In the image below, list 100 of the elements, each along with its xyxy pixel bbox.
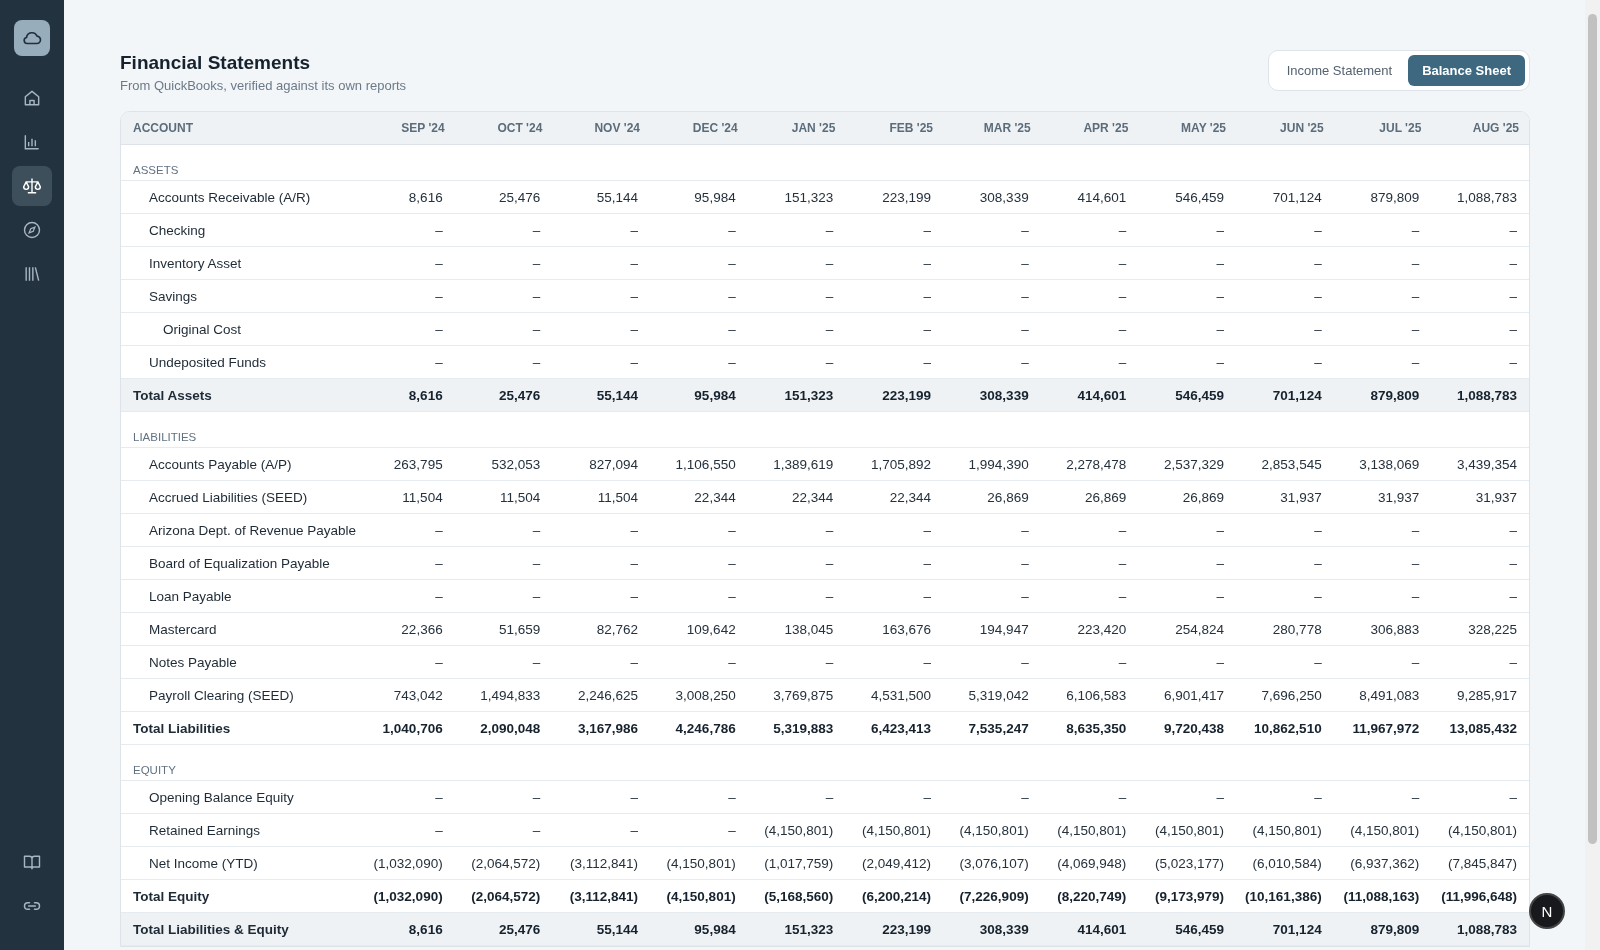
- section-label: ASSETS: [132, 164, 180, 176]
- table-cell-text: –: [1117, 222, 1128, 238]
- table-cell-text: (6,010,584): [1251, 855, 1323, 871]
- column-header: AUG '25: [1471, 121, 1520, 135]
- table-cell-text: 743,042: [392, 687, 444, 703]
- table-cell-text: 280,778: [1271, 621, 1323, 637]
- table-cell-text: 3,439,354: [1455, 456, 1518, 472]
- table-cell-text: (5,023,177): [1153, 855, 1225, 871]
- table-cell-text: (9,173,979): [1153, 888, 1225, 904]
- table-cell-text: –: [727, 321, 737, 337]
- table-cell-text: –: [727, 288, 737, 304]
- table-cell-text: 414,601: [1076, 189, 1128, 205]
- table-cell-text: –: [1215, 354, 1225, 370]
- table-cell-text: (2,064,572): [470, 855, 542, 871]
- table-cell-text: –: [531, 255, 542, 271]
- table-cell-text: –: [824, 522, 835, 538]
- table-cell-text: –: [629, 588, 639, 604]
- column-header: FEB '25: [888, 121, 934, 135]
- table-cell-text: –: [434, 321, 444, 337]
- table-cell-text: (2,064,572): [470, 888, 542, 904]
- table-cell-text: –: [1508, 555, 1518, 571]
- table-cell-text: –: [1215, 555, 1225, 571]
- table-cell-text: 306,883: [1369, 621, 1421, 637]
- table-cell-text: 26,869: [1084, 489, 1128, 505]
- table-cell-text: 1,705,892: [869, 456, 932, 472]
- scrollbar[interactable]: [1585, 0, 1600, 950]
- table-cell-text: 8,635,350: [1065, 720, 1128, 736]
- table-cell-text: –: [922, 354, 932, 370]
- table-cell-text: –: [1117, 288, 1128, 304]
- table-cell-text: –: [727, 354, 737, 370]
- table-cell-text: 31,937: [1474, 489, 1518, 505]
- table-cell-text: 263,795: [392, 456, 444, 472]
- dev-badge[interactable]: N: [1529, 893, 1565, 929]
- table-cell-text: (3,112,841): [568, 888, 639, 904]
- account-name: Total Assets: [132, 387, 213, 403]
- table-cell-text: –: [531, 555, 542, 571]
- app-logo[interactable]: [14, 20, 50, 56]
- table-cell-text: –: [922, 588, 932, 604]
- table-cell-text: (7,845,847): [1446, 855, 1518, 871]
- table-cell-text: –: [922, 255, 932, 271]
- nav-button[interactable]: [12, 166, 52, 206]
- table-cell-text: 879,809: [1369, 921, 1421, 937]
- book-icon: [22, 852, 42, 872]
- table-cell-text: (11,996,648): [1440, 888, 1518, 904]
- table-cell-text: –: [531, 354, 542, 370]
- tab[interactable]: Income Statement: [1272, 55, 1407, 86]
- table-cell-text: –: [922, 555, 932, 571]
- column-header: APR '25: [1082, 121, 1130, 135]
- tab[interactable]: Balance Sheet: [1408, 55, 1525, 86]
- account-name: Loan Payable: [148, 588, 233, 604]
- table-cell-text: 3,008,250: [674, 687, 737, 703]
- table-cell-text: –: [1508, 522, 1518, 538]
- table-cell-text: –: [824, 654, 835, 670]
- table-cell-text: –: [434, 822, 444, 838]
- column-header: JAN '25: [790, 121, 837, 135]
- table-cell-text: –: [1117, 555, 1128, 571]
- table-cell-text: –: [1313, 222, 1323, 238]
- table-cell-text: –: [1313, 555, 1323, 571]
- table-cell-text: –: [1313, 288, 1323, 304]
- table-cell-text: –: [1215, 789, 1225, 805]
- table-cell-text: 308,339: [978, 189, 1030, 205]
- table-cell-text: –: [824, 255, 835, 271]
- table-cell-text: –: [727, 789, 737, 805]
- table-cell-text: 95,984: [693, 387, 737, 403]
- table-cell-text: –: [1215, 588, 1225, 604]
- table-cell-text: –: [1508, 654, 1518, 670]
- table-cell-text: 31,937: [1279, 489, 1323, 505]
- table-cell-text: 546,459: [1174, 387, 1225, 403]
- table-cell-text: –: [1313, 255, 1323, 271]
- account-name: Net Income (YTD): [148, 855, 259, 871]
- table-cell-text: (3,112,841): [568, 855, 639, 871]
- table-cell-text: –: [1313, 789, 1323, 805]
- account-name: Original Cost: [162, 321, 243, 337]
- account-name: Undeposited Funds: [148, 354, 268, 370]
- table-cell-text: (3,076,107): [958, 855, 1030, 871]
- table-cell-text: –: [1020, 789, 1030, 805]
- table-cell-text: –: [434, 255, 444, 271]
- column-header: MAY '25: [1180, 121, 1227, 135]
- account-name: Inventory Asset: [148, 255, 243, 271]
- table-cell-text: –: [727, 255, 737, 271]
- table-cell-text: –: [434, 555, 444, 571]
- table-cell-text: (11,088,163): [1342, 888, 1421, 904]
- table-cell-text: –: [1020, 654, 1030, 670]
- table-cell-text: 223,199: [881, 387, 932, 403]
- account-name: Notes Payable: [148, 654, 238, 670]
- table-cell-text: (7,226,909): [958, 888, 1030, 904]
- table-cell-text: 701,124: [1271, 921, 1323, 937]
- table-cell-text: –: [629, 654, 639, 670]
- table-cell-text: 55,144: [595, 189, 639, 205]
- table-cell-text: 22,366: [400, 621, 444, 637]
- table-cell-text: –: [1020, 255, 1030, 271]
- table-cell-text: 1,088,783: [1455, 921, 1518, 937]
- table-cell-text: –: [1410, 555, 1421, 571]
- table-cell-text: 827,094: [588, 456, 639, 472]
- table-cell-text: –: [1020, 555, 1030, 571]
- table-cell-text: –: [1410, 588, 1421, 604]
- table-cell-text: –: [1215, 255, 1225, 271]
- column-header: JUL '25: [1378, 121, 1423, 135]
- table-cell-text: (4,150,801): [860, 822, 932, 838]
- table-cell-text: 22,344: [791, 489, 835, 505]
